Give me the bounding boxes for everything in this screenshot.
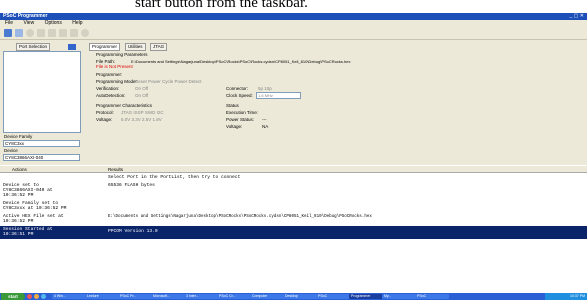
actions-header[interactable]: Actions	[12, 167, 27, 172]
collapse-arrow-icon[interactable]	[68, 44, 76, 50]
voltage-label: Voltage:	[96, 117, 113, 122]
checksum-icon[interactable]	[59, 29, 67, 37]
autodetection-options[interactable]: On Off	[135, 93, 148, 98]
device-select[interactable]: CY8C3866AXI-040	[3, 154, 80, 161]
settings-icon[interactable]	[81, 29, 89, 37]
device-label: Device	[4, 148, 18, 153]
connect-icon[interactable]	[26, 29, 34, 37]
log-row-selected[interactable]	[0, 226, 587, 239]
caption-text: start button from the taskbar.	[0, 0, 587, 13]
taskbar: start 4 Win... Lecture PSoC Pr... Micros…	[0, 293, 587, 300]
taskbar-item[interactable]: Microsoft...	[151, 294, 185, 299]
menu-help[interactable]: Help	[72, 20, 82, 26]
taskbar-item-active[interactable]: Programmer	[349, 294, 383, 299]
tab-jtag[interactable]: JTAG	[150, 43, 168, 51]
autodetection-label: AutoDetection:	[96, 93, 126, 98]
taskbar-item[interactable]: Computer	[250, 294, 284, 299]
read-icon[interactable]	[48, 29, 56, 37]
log-action-1: Device set to CY8C3866AXI-040 at 10:36:5…	[3, 183, 53, 198]
caption-label: start button from the taskbar.	[135, 0, 308, 11]
characteristics-section-title: Programmer Characteristics	[96, 103, 153, 108]
taskbar-item[interactable]: 3 Inter...	[184, 294, 218, 299]
taskbar-item[interactable]: My...	[382, 294, 416, 299]
programmer-label: Programmer:	[96, 72, 123, 77]
system-tray-clock[interactable]: 10:37 PM	[545, 293, 587, 300]
quicklaunch-icon-2[interactable]	[34, 294, 39, 299]
log-result-1: 65536 FLASH bytes	[108, 183, 155, 188]
program-icon[interactable]	[15, 29, 23, 37]
log-result-0: Select Port in the PortList, then try to…	[108, 175, 241, 180]
verification-options[interactable]: On Off	[135, 86, 148, 91]
window-title: PSoC Programmer	[3, 13, 48, 19]
log-result-3: E:\Documents and Settings\Nagarjuna\Desk…	[108, 215, 372, 219]
start-button[interactable]: start	[1, 293, 25, 300]
voltage-status-label: Voltage:	[226, 124, 243, 129]
device-family-select[interactable]: CY8C3xx	[3, 140, 80, 147]
open-file-icon[interactable]	[4, 29, 12, 37]
taskbar-item[interactable]: Lecture	[85, 294, 119, 299]
log-action-3: Active HEX File set at 10:36:52 PM	[3, 214, 64, 224]
quicklaunch-icon-3[interactable]	[41, 294, 46, 299]
log-action-2: Device Family set to CY8C3xxx at 10:36:5…	[3, 201, 67, 211]
execution-time-label: Execution Time:	[226, 110, 259, 115]
erase-icon[interactable]	[70, 29, 78, 37]
menu-bar: File View Options Help	[0, 20, 587, 27]
programming-mode-options[interactable]: Reset Power Cycle Power Detect	[135, 79, 202, 84]
taskbar-item[interactable]: 4 Win...	[52, 294, 86, 299]
toolbar	[0, 27, 587, 40]
clock-speed-select[interactable]: 1.6 MHz	[256, 92, 301, 99]
results-header[interactable]: Results	[108, 167, 123, 172]
port-list[interactable]	[3, 51, 81, 133]
taskbar-item[interactable]: PSoC	[316, 294, 350, 299]
power-status-value: ---	[262, 117, 267, 122]
status-section-title: Status	[226, 103, 239, 108]
taskbar-item[interactable]: PSoC Cr...	[217, 294, 251, 299]
log-result-4: PPCOM Version 13.0	[108, 229, 158, 234]
file-path-value: E:\Documents and Settings\Nagarjuna\Desk…	[131, 59, 351, 64]
tab-programmer[interactable]: Programmer	[89, 43, 121, 51]
menu-view[interactable]: View	[23, 20, 34, 26]
clock-speed-label: Clock Speed:	[226, 93, 253, 98]
voltage-options[interactable]: 5.0V 3.3V 2.5V 1.8V	[121, 117, 162, 122]
taskbar-item[interactable]: Desktop	[283, 294, 317, 299]
connector-options[interactable]: 5p 10p	[258, 86, 272, 91]
voltage-status-value: NA	[262, 124, 269, 129]
taskbar-item[interactable]: PSoC Pr...	[118, 294, 152, 299]
params-section-title: Programming Parameters	[96, 52, 148, 57]
title-bar: PSoC Programmer _ ▢ ✕	[0, 13, 587, 20]
protocol-options[interactable]: JTAG ISSP SWD I2C	[121, 110, 164, 115]
tab-utilities[interactable]: Utilities	[125, 43, 146, 51]
power-status-label: Power Status:	[226, 117, 255, 122]
window-controls[interactable]: _ ▢ ✕	[570, 13, 584, 20]
menu-file[interactable]: File	[5, 20, 13, 26]
log-action-4: Session Started at 10:36:51 PM	[3, 227, 53, 237]
file-status: File is Not Present	[96, 64, 133, 69]
verify-icon[interactable]	[37, 29, 45, 37]
connector-label: Connector:	[226, 86, 249, 91]
tab-port-selection[interactable]: Port Selection	[16, 43, 51, 51]
menu-options[interactable]: Options	[45, 20, 62, 26]
log-header	[0, 166, 587, 173]
quicklaunch-icon[interactable]	[27, 294, 32, 299]
verification-label: Verification:	[96, 86, 120, 91]
device-family-label: Device Family	[4, 134, 33, 139]
programming-mode-label: Programming Mode:	[96, 79, 137, 84]
taskbar-item[interactable]: PSoC	[415, 294, 449, 299]
protocol-label: Protocol:	[96, 110, 114, 115]
